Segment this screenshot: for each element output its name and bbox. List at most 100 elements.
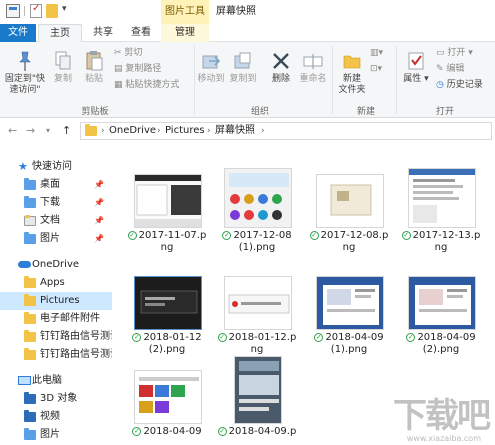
open-icon: ▭ bbox=[436, 48, 445, 58]
forward-arrow-icon[interactable]: → bbox=[26, 124, 35, 137]
file-item[interactable]: ✓ 2017-12-08 (1).png bbox=[212, 168, 298, 264]
thumbnail bbox=[224, 168, 292, 228]
properties-button[interactable]: 属性 ▾ bbox=[398, 50, 434, 85]
chevron-right-icon[interactable]: › bbox=[157, 123, 161, 139]
ribbon: 固定到"快 速访问" 复制 粘贴 ✂ 剪切 ▤ 复制路径 ▦ 粘贴快捷方式 剪贴… bbox=[0, 42, 495, 118]
file-name: ✓ 2017-12-08.p ng bbox=[304, 230, 394, 254]
tab-manage[interactable]: 管理 bbox=[161, 24, 209, 42]
file-item[interactable]: ✓ 2017-12-08.p ng bbox=[304, 174, 390, 270]
nav-item-label: 图片 bbox=[40, 233, 60, 244]
nav-item-pictures-pc[interactable]: 图片 bbox=[0, 426, 112, 444]
file-item[interactable]: ✓ 2018-04-09 (2).png bbox=[396, 276, 482, 372]
paste-shortcut-button[interactable]: ▦ 粘贴快捷方式 bbox=[114, 80, 179, 91]
document-icon bbox=[24, 215, 36, 226]
easy-access-button[interactable]: ⊡▾ bbox=[370, 64, 382, 75]
recent-locations-icon[interactable]: ▾ bbox=[46, 126, 50, 135]
paste-button[interactable]: 粘贴 bbox=[80, 50, 108, 85]
nav-item-label: 下载 bbox=[40, 197, 60, 208]
pin-to-quick-access-button[interactable]: 固定到"快 速访问" bbox=[2, 50, 48, 96]
nav-item-documents[interactable]: 文档 📌 bbox=[0, 212, 112, 230]
cut-label: 剪切 bbox=[124, 48, 143, 58]
nav-item-downloads[interactable]: 下载 📌 bbox=[0, 194, 112, 212]
nav-item-videos[interactable]: 视频 bbox=[0, 408, 112, 426]
group-separator bbox=[194, 46, 195, 114]
window-icon[interactable] bbox=[6, 4, 20, 18]
pin-icon[interactable]: 📌 bbox=[94, 230, 104, 248]
thumbnail bbox=[408, 168, 476, 228]
open-button[interactable]: ▭ 打开 ▾ bbox=[436, 48, 473, 59]
nav-item-pictures-quick[interactable]: 图片 📌 bbox=[0, 230, 112, 248]
properties-check-icon[interactable] bbox=[30, 3, 42, 18]
new-folder-icon bbox=[343, 55, 361, 69]
download-icon bbox=[24, 196, 36, 208]
thumbnail-image bbox=[135, 175, 201, 227]
pin-icon[interactable]: 📌 bbox=[94, 194, 104, 212]
sync-check-icon: ✓ bbox=[314, 333, 324, 342]
copy-label: 复制 bbox=[53, 74, 72, 84]
nav-item-onedrive[interactable]: OneDrive bbox=[0, 256, 112, 274]
rename-button[interactable]: 重命名 bbox=[298, 50, 328, 85]
tab-view[interactable]: 查看 bbox=[124, 24, 158, 42]
folder-icon bbox=[24, 330, 36, 342]
quick-access-dropdown-icon[interactable]: ▾ bbox=[62, 4, 67, 14]
tab-file[interactable]: 文件 bbox=[0, 24, 36, 42]
edit-label: 编辑 bbox=[446, 64, 465, 74]
folder-icon bbox=[24, 312, 36, 324]
new-folder-icon[interactable] bbox=[46, 4, 58, 18]
file-name-text: 2018-04-09 bbox=[143, 426, 202, 437]
copy-icon bbox=[55, 51, 71, 70]
pin-icon[interactable]: 📌 bbox=[94, 176, 104, 194]
file-item[interactable]: ✓ 2018-04-09.p bbox=[212, 356, 298, 445]
folder-icon bbox=[24, 276, 36, 288]
file-item[interactable]: ✓ 2018-04-09 (1).png bbox=[304, 276, 390, 372]
nav-item-apps[interactable]: Apps bbox=[0, 274, 112, 292]
tab-home[interactable]: 主页 bbox=[38, 24, 82, 43]
thumbnail-image bbox=[409, 169, 475, 227]
copy-button[interactable]: 复制 bbox=[50, 50, 76, 85]
nav-item-dingding-1[interactable]: 钉钉路由信号测试 bbox=[0, 328, 112, 346]
navigation-pane: ★ 快速访问 桌面 📌 下载 📌 文档 📌 图片 📌 OneDrive Apps… bbox=[0, 144, 112, 445]
nav-item-this-pc[interactable]: 此电脑 bbox=[0, 372, 112, 390]
file-item[interactable]: ✓ 2017-11-07.p ng bbox=[122, 174, 208, 270]
group-separator bbox=[396, 46, 397, 114]
chevron-right-icon[interactable]: › bbox=[207, 123, 211, 139]
paste-shortcut-label: 粘贴快捷方式 bbox=[125, 80, 180, 90]
file-name: ✓ 2018-04-09 bbox=[122, 426, 212, 438]
file-item[interactable]: ✓ 2018-01-12 (2).png bbox=[122, 276, 208, 372]
tab-share[interactable]: 共享 bbox=[86, 24, 120, 42]
history-button[interactable]: ◷ 历史记录 bbox=[436, 80, 483, 91]
edit-button[interactable]: ✎ 编辑 bbox=[436, 64, 464, 75]
paste-shortcut-icon: ▦ bbox=[114, 80, 123, 90]
nav-item-pictures[interactable]: Pictures bbox=[0, 292, 112, 310]
thumbnail-image bbox=[225, 277, 291, 329]
file-item[interactable]: ✓ 2018-04-09 bbox=[122, 370, 208, 445]
breadcrumb-screenshots[interactable]: 屏幕快照 bbox=[215, 123, 255, 139]
nav-item-label: 此电脑 bbox=[32, 375, 62, 386]
address-box[interactable]: › OneDrive › Pictures › 屏幕快照 › bbox=[80, 122, 492, 140]
nav-item-dingding-2[interactable]: 钉钉路由信号测试 bbox=[0, 346, 112, 364]
copy-path-button[interactable]: ▤ 复制路径 bbox=[114, 64, 161, 75]
file-item[interactable]: ✓ 2017-12-13.p ng bbox=[396, 168, 482, 264]
chevron-right-icon[interactable]: › bbox=[261, 123, 265, 139]
copy-to-button[interactable]: 复制到 bbox=[228, 50, 258, 85]
nav-item-desktop[interactable]: 桌面 📌 bbox=[0, 176, 112, 194]
easy-access-icon: ⊡▾ bbox=[370, 64, 383, 74]
delete-button[interactable]: 删除 bbox=[268, 50, 294, 85]
nav-item-quick-access[interactable]: ★ 快速访问 bbox=[0, 158, 112, 176]
new-item-button[interactable]: ▥▾ bbox=[370, 48, 383, 59]
sync-check-icon: ✓ bbox=[309, 231, 319, 240]
nav-item-label: 桌面 bbox=[40, 179, 60, 190]
breadcrumb-onedrive[interactable]: OneDrive bbox=[109, 123, 156, 139]
move-to-button[interactable]: 移动到 bbox=[196, 50, 226, 85]
back-arrow-icon[interactable]: ← bbox=[8, 124, 17, 137]
nav-item-3d-objects[interactable]: 3D 对象 bbox=[0, 390, 112, 408]
new-folder-button[interactable]: 新建 文件夹 bbox=[336, 50, 368, 96]
file-name: ✓ 2018-04-09 (2).png bbox=[396, 332, 486, 356]
up-arrow-icon[interactable]: ↑ bbox=[62, 124, 71, 137]
cut-button[interactable]: ✂ 剪切 bbox=[114, 48, 142, 59]
breadcrumb-pictures[interactable]: Pictures bbox=[165, 123, 205, 139]
nav-item-email-attachments[interactable]: 电子邮件附件 bbox=[0, 310, 112, 328]
pin-icon[interactable]: 📌 bbox=[94, 212, 104, 230]
thumbnail bbox=[316, 276, 384, 330]
chevron-right-icon[interactable]: › bbox=[101, 123, 105, 139]
